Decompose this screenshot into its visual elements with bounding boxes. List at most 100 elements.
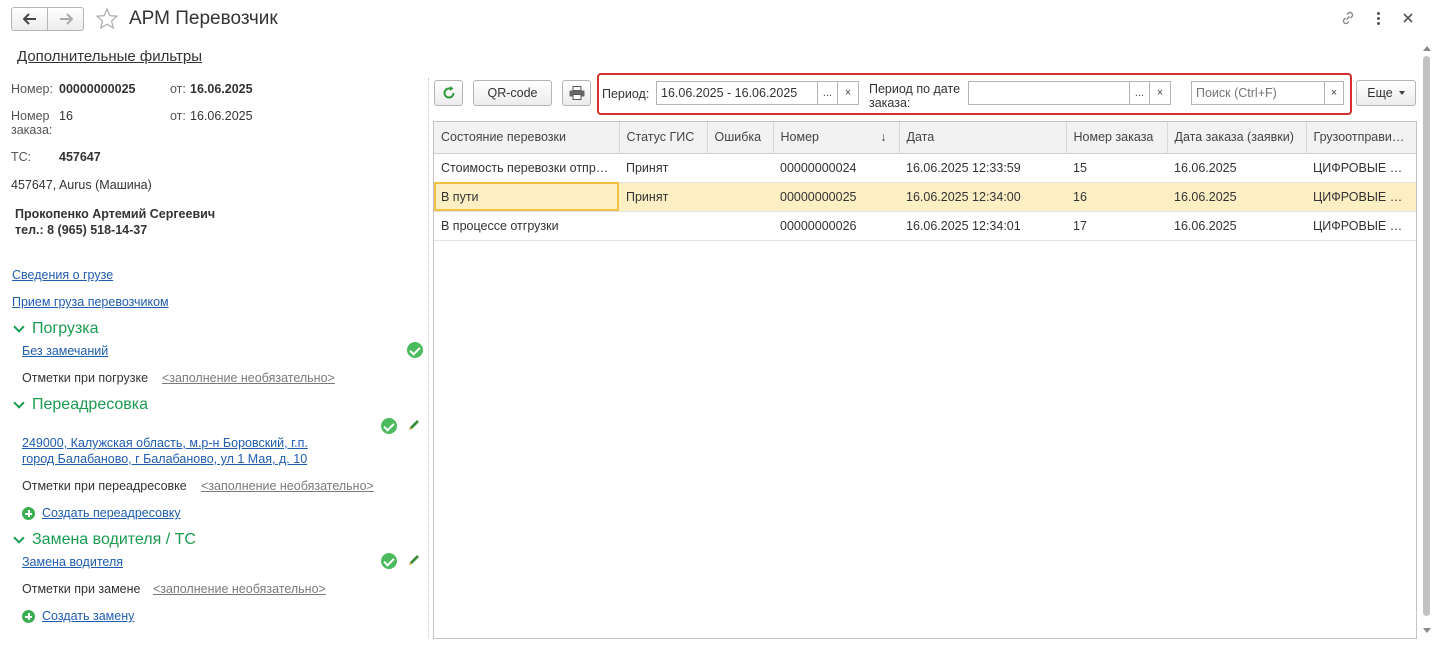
arrow-right-icon bbox=[59, 13, 73, 25]
table-row[interactable]: В процессе отгрузки 00000000026 16.06.20… bbox=[434, 211, 1416, 241]
chevron-down-icon[interactable] bbox=[13, 397, 25, 409]
print-button[interactable] bbox=[562, 80, 591, 106]
pencil-icon[interactable] bbox=[407, 553, 421, 567]
redirect-section-title[interactable]: Переадресовка bbox=[32, 396, 148, 414]
table-cell[interactable]: 16.06.2025 bbox=[1167, 153, 1306, 183]
driver-change-section-title[interactable]: Замена водителя / ТС bbox=[32, 531, 196, 549]
create-replacement-link[interactable]: Создать замену bbox=[42, 609, 134, 623]
column-header[interactable]: Ошибка bbox=[707, 122, 774, 154]
table-cell[interactable]: 17 bbox=[1066, 211, 1167, 241]
table-cell[interactable]: 15 bbox=[1066, 153, 1167, 183]
order-number-value: 16 bbox=[59, 109, 73, 123]
create-redirect-link[interactable]: Создать переадресовку bbox=[42, 506, 181, 520]
driver-change-notes-field[interactable]: <заполнение необязательно> bbox=[153, 582, 326, 596]
window-title: АРМ Перевозчик bbox=[129, 8, 278, 29]
more-button[interactable]: Еще bbox=[1356, 80, 1416, 106]
column-header[interactable]: Состояние перевозки bbox=[434, 122, 620, 154]
table-cell[interactable]: Принят bbox=[619, 182, 707, 212]
number-label: Номер: bbox=[11, 82, 53, 96]
plus-circle-icon[interactable] bbox=[22, 610, 35, 623]
table-cell[interactable] bbox=[707, 182, 773, 212]
more-button-label: Еще bbox=[1367, 86, 1393, 100]
table-cell[interactable]: ЦИФРОВЫЕ ТЕХНОЛОГИИ bbox=[1306, 153, 1416, 183]
period-field[interactable]: 16.06.2025 - 16.06.2025 bbox=[656, 81, 818, 105]
favorite-star-icon[interactable] bbox=[95, 7, 119, 31]
table-cell[interactable] bbox=[619, 211, 707, 241]
column-header[interactable]: Грузоотправитель bbox=[1306, 122, 1416, 154]
plus-circle-icon[interactable] bbox=[22, 507, 35, 520]
redirect-notes-label: Отметки при переадресовке bbox=[22, 479, 187, 493]
table-header-row: Состояние перевозки Статус ГИС Ошибка Но… bbox=[434, 122, 1416, 154]
table-cell[interactable]: 00000000024 bbox=[773, 153, 899, 183]
link-icon[interactable] bbox=[1340, 10, 1356, 26]
redirect-address-line2[interactable]: город Балабаново, г Балабаново, ул 1 Мая… bbox=[22, 452, 307, 466]
table-cell[interactable]: 16.06.2025 12:33:59 bbox=[899, 153, 1066, 183]
table-cell[interactable]: 00000000025 bbox=[773, 182, 899, 212]
table-cell[interactable]: 00000000026 bbox=[773, 211, 899, 241]
column-header[interactable]: Дата bbox=[899, 122, 1067, 154]
from-label: от: bbox=[170, 82, 186, 96]
table-cell[interactable] bbox=[707, 211, 773, 241]
search-input[interactable] bbox=[1191, 81, 1325, 105]
period-clear-button[interactable]: × bbox=[837, 81, 859, 105]
sort-arrow-icon: ↓ bbox=[880, 130, 887, 144]
scroll-up-arrow-icon[interactable] bbox=[1423, 46, 1431, 51]
additional-filters-link[interactable]: Дополнительные фильтры bbox=[17, 48, 202, 65]
more-vert-icon[interactable] bbox=[1375, 11, 1381, 27]
table-cell[interactable]: 16 bbox=[1066, 182, 1167, 212]
chevron-down-icon[interactable] bbox=[13, 532, 25, 544]
scrollbar-thumb[interactable] bbox=[1423, 56, 1430, 616]
close-icon[interactable] bbox=[1403, 13, 1413, 23]
refresh-button[interactable] bbox=[434, 80, 463, 106]
table-row[interactable]: Стоимость перевозки отправлена Принят 00… bbox=[434, 153, 1416, 183]
forward-button[interactable] bbox=[47, 7, 84, 31]
table-cell[interactable]: 16.06.2025 12:34:01 bbox=[899, 211, 1066, 241]
scroll-down-arrow-icon[interactable] bbox=[1423, 628, 1431, 633]
table-cell[interactable]: Стоимость перевозки отправлена bbox=[434, 153, 619, 183]
table-cell[interactable]: ЦИФРОВЫЕ ТЕХНОЛОГИИ bbox=[1306, 211, 1416, 241]
driver-change-link[interactable]: Замена водителя bbox=[22, 555, 123, 569]
cargo-accept-link[interactable]: Прием груза перевозчиком bbox=[12, 295, 169, 309]
redirect-notes-field[interactable]: <заполнение необязательно> bbox=[201, 479, 374, 493]
order-period-label: Период по дате заказа: bbox=[869, 82, 961, 110]
table-cell[interactable]: Принят bbox=[619, 153, 707, 183]
pencil-icon[interactable] bbox=[407, 418, 421, 432]
chevron-down-icon[interactable] bbox=[13, 321, 25, 333]
table-cell[interactable] bbox=[707, 153, 773, 183]
order-from-label: от: bbox=[170, 109, 186, 123]
vertical-scrollbar[interactable] bbox=[1421, 44, 1433, 636]
qr-code-button[interactable]: QR-code bbox=[473, 80, 552, 106]
table-row-selected[interactable]: В пути Принят 00000000025 16.06.2025 12:… bbox=[434, 182, 1416, 212]
table-cell-active[interactable]: В пути bbox=[434, 182, 619, 212]
table-cell[interactable]: 16.06.2025 bbox=[1167, 182, 1306, 212]
refresh-icon bbox=[443, 86, 454, 99]
check-circle-icon bbox=[407, 342, 423, 358]
panel-splitter[interactable] bbox=[428, 78, 429, 638]
column-header-label: Номер bbox=[780, 130, 819, 145]
table-cell[interactable]: В процессе отгрузки bbox=[434, 211, 619, 241]
column-header[interactable]: Номер заказа bbox=[1066, 122, 1168, 154]
loading-notes-label: Отметки при погрузке bbox=[22, 371, 149, 385]
column-header-sorted[interactable]: Номер ↓ bbox=[773, 122, 900, 154]
number-value: 00000000025 bbox=[59, 82, 136, 96]
order-period-field[interactable] bbox=[968, 81, 1130, 105]
redirect-address-line1[interactable]: 249000, Калужская область, м.р-н Боровск… bbox=[22, 436, 308, 450]
search-clear-button[interactable]: × bbox=[1324, 81, 1344, 105]
loading-status-link[interactable]: Без замечаний bbox=[22, 344, 108, 358]
period-select-button[interactable]: ... bbox=[817, 81, 838, 105]
back-button[interactable] bbox=[11, 7, 48, 31]
table-cell[interactable]: 16.06.2025 bbox=[1167, 211, 1306, 241]
order-period-select-button[interactable]: ... bbox=[1129, 81, 1150, 105]
column-header[interactable]: Дата заказа (заявки) bbox=[1167, 122, 1307, 154]
ts-label: ТС: bbox=[11, 150, 32, 164]
printer-icon bbox=[569, 86, 584, 100]
table-cell[interactable]: 16.06.2025 12:34:00 bbox=[899, 182, 1066, 212]
loading-notes-field[interactable]: <заполнение необязательно> bbox=[162, 371, 335, 385]
table-cell[interactable]: ЦИФРОВЫЕ ТЕХНОЛОГИИ bbox=[1306, 182, 1416, 212]
loading-section-title[interactable]: Погрузка bbox=[32, 320, 99, 338]
column-header[interactable]: Статус ГИС bbox=[619, 122, 708, 154]
order-period-clear-button[interactable]: × bbox=[1149, 81, 1171, 105]
cargo-info-link[interactable]: Сведения о грузе bbox=[12, 268, 113, 282]
from-value: 16.06.2025 bbox=[190, 82, 253, 96]
ts-value: 457647 bbox=[59, 150, 101, 164]
